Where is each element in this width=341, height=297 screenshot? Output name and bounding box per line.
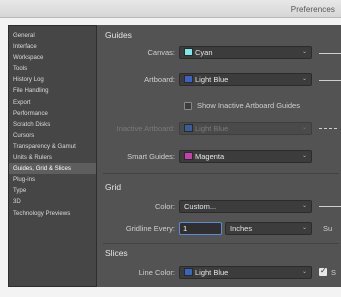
- inactive-line-preview: [319, 128, 337, 129]
- sidebar-item-export[interactable]: Export: [9, 97, 96, 108]
- slice-line-color-label: Line Color:: [138, 268, 175, 277]
- sidebar-item-transparency-gamut[interactable]: Transparency & Gamut: [9, 141, 96, 152]
- inactive-artboard-dropdown[interactable]: Light Blue ⌄: [179, 122, 312, 135]
- guides-heading: Guides: [105, 30, 132, 40]
- preferences-sidebar: General Interface Workspace Tools History Lo…: [8, 25, 97, 287]
- canvas-value: Cyan: [195, 48, 213, 57]
- slice-line-value: Light Blue: [195, 268, 229, 277]
- show-slice-numbers-checkbox[interactable]: [319, 266, 327, 276]
- sidebar-item-tools[interactable]: Tools: [9, 63, 96, 74]
- chevron-down-icon: ⌄: [301, 153, 307, 159]
- sidebar-item-workspace[interactable]: Workspace: [9, 52, 96, 63]
- artboard-label: Artboard:: [144, 75, 175, 84]
- subdivisions-label: Su: [323, 224, 333, 233]
- smart-guides-value: Magenta: [195, 152, 225, 161]
- slices-heading: Slices: [105, 248, 128, 258]
- grid-line-preview: [319, 206, 341, 207]
- chevron-down-icon: ⌄: [301, 76, 307, 82]
- inactive-artboard-swatch: [184, 124, 193, 132]
- canvas-swatch: [184, 48, 193, 56]
- sidebar-item-type[interactable]: Type: [9, 185, 96, 196]
- sidebar-item-guides-grid-slices[interactable]: Guides, Grid & Slices: [9, 163, 96, 175]
- chevron-down-icon: ⌄: [301, 225, 307, 231]
- chevron-down-icon: ⌄: [301, 203, 307, 209]
- gridline-unit-dropdown[interactable]: Inches ⌄: [225, 222, 312, 235]
- inactive-artboard-value: Light Blue: [195, 124, 229, 133]
- section-divider: [103, 243, 339, 244]
- sidebar-item-file-handling[interactable]: File Handling: [9, 85, 96, 96]
- artboard-color-dropdown[interactable]: Light Blue ⌄: [179, 73, 312, 86]
- canvas-line-preview: [319, 53, 341, 54]
- sidebar-item-scratch-disks[interactable]: Scratch Disks: [9, 119, 96, 130]
- smart-guides-swatch: [184, 152, 193, 160]
- sidebar-item-history-log[interactable]: History Log: [9, 74, 96, 85]
- grid-color-value: Custom...: [184, 202, 217, 211]
- artboard-value: Light Blue: [195, 75, 229, 84]
- gridline-every-input[interactable]: 1: [179, 222, 222, 235]
- show-inactive-label: Show Inactive Artboard Guides: [197, 101, 300, 110]
- section-divider: [103, 173, 339, 174]
- window-title: Preferences: [290, 5, 335, 14]
- sidebar-item-cursors[interactable]: Cursors: [9, 130, 96, 141]
- show-slice-numbers-label: S: [331, 268, 337, 277]
- inactive-artboard-label: Inactive Artboard:: [116, 124, 175, 133]
- grid-color-label: Color:: [154, 202, 175, 211]
- canvas-color-dropdown[interactable]: Cyan ⌄: [179, 46, 312, 59]
- chevron-down-icon: ⌄: [301, 49, 307, 55]
- slice-line-color-dropdown[interactable]: Light Blue ⌄: [179, 266, 312, 279]
- sidebar-item-plug-ins[interactable]: Plug-ins: [9, 174, 96, 185]
- title-bar: Preferences: [0, 0, 341, 18]
- smart-guides-label: Smart Guides:: [127, 152, 175, 161]
- sidebar-list: General Interface Workspace Tools History Lo…: [9, 26, 96, 219]
- preferences-window: Preferences General Interface Workspace Too…: [0, 0, 341, 297]
- artboard-line-preview: [319, 80, 341, 81]
- grid-heading: Grid: [105, 182, 122, 192]
- sidebar-item-interface[interactable]: Interface: [9, 41, 96, 52]
- chevron-down-icon: ⌄: [301, 125, 307, 131]
- sidebar-item-general[interactable]: General: [9, 30, 96, 41]
- canvas-label: Canvas:: [147, 48, 175, 57]
- sidebar-item-3d[interactable]: 3D: [9, 196, 96, 207]
- torn-edge: [0, 288, 341, 297]
- smart-guides-dropdown[interactable]: Magenta ⌄: [179, 150, 312, 163]
- show-inactive-checkbox[interactable]: [184, 102, 192, 110]
- gridline-every-label: Gridline Every:: [125, 224, 175, 233]
- artboard-swatch: [184, 75, 193, 83]
- slice-line-swatch: [184, 268, 193, 276]
- sidebar-item-units-rulers[interactable]: Units & Rulers: [9, 152, 96, 163]
- sidebar-item-technology-previews[interactable]: Technology Previews: [9, 208, 96, 219]
- gridline-unit-value: Inches: [230, 224, 253, 233]
- sidebar-item-performance[interactable]: Performance: [9, 108, 96, 119]
- chevron-down-icon: ⌄: [301, 269, 307, 275]
- settings-panel: Guides Canvas: Cyan ⌄ Artboard: Light Bl…: [97, 25, 341, 287]
- grid-color-dropdown[interactable]: Custom... ⌄: [179, 200, 312, 213]
